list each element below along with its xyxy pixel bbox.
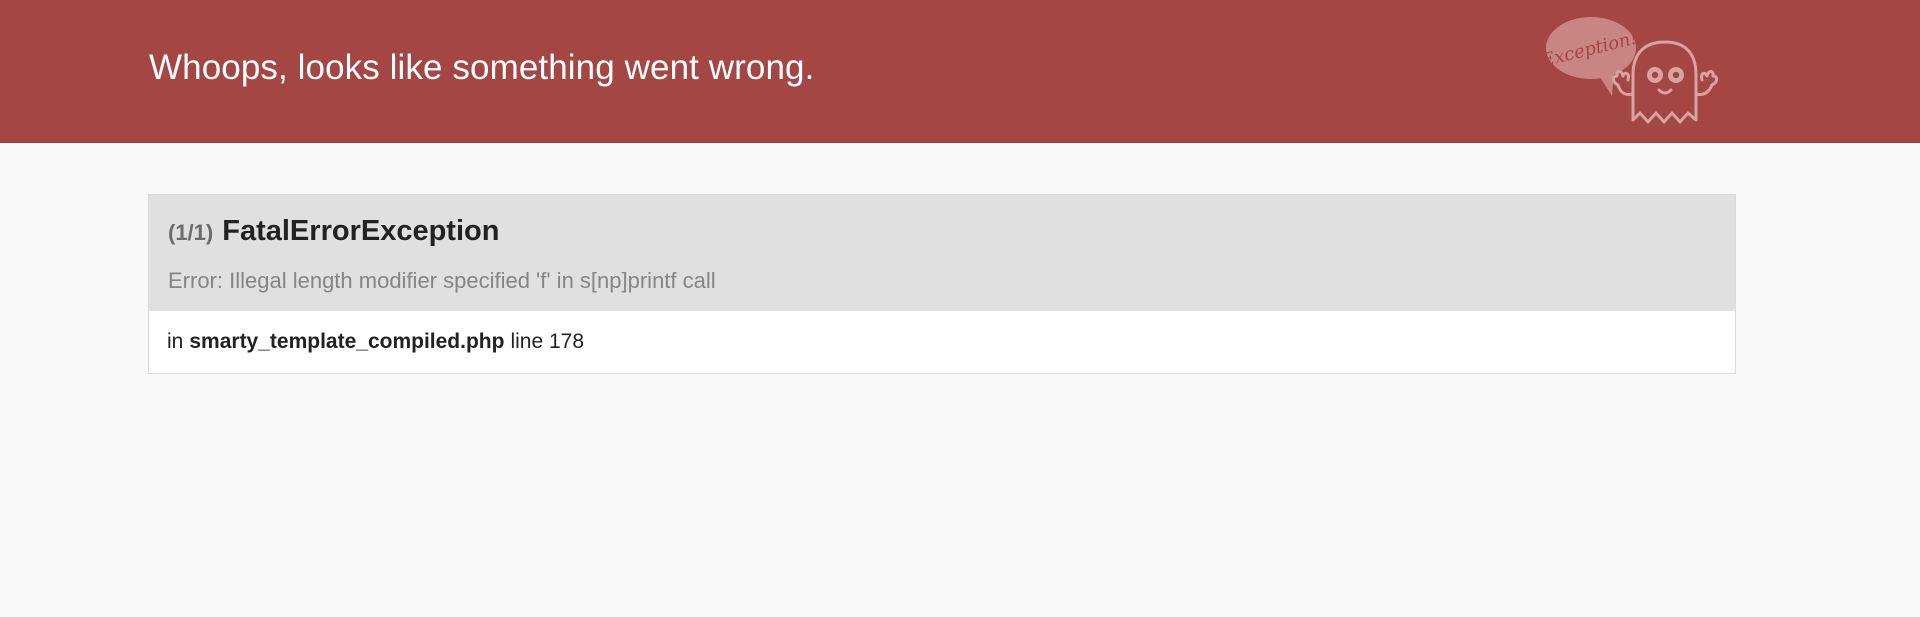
exception-line: line 178	[510, 330, 585, 353]
exception-ghost-mascot-icon: Exception!	[1540, 17, 1719, 124]
page-title: Whoops, looks like something went wrong.	[149, 48, 815, 87]
exception-panel: (1/1) FatalErrorException Error: Illegal…	[148, 194, 1736, 374]
exception-title-line: (1/1) FatalErrorException	[168, 215, 1716, 257]
ghost-eyes-icon	[1647, 67, 1684, 95]
exception-class: FatalErrorException	[222, 215, 500, 247]
error-header: Whoops, looks like something went wrong.…	[0, 0, 1920, 143]
location-prefix: in	[167, 330, 184, 353]
exception-counter: (1/1)	[168, 220, 214, 245]
exception-summary: (1/1) FatalErrorException Error: Illegal…	[149, 195, 1735, 310]
speech-bubble-icon: Exception!	[1540, 17, 1640, 96]
exception-message: Error: Illegal length modifier specified…	[168, 268, 716, 293]
exception-file: smarty_template_compiled.php	[189, 330, 505, 353]
exception-location: in smarty_template_compiled.php line 178	[149, 310, 1735, 373]
